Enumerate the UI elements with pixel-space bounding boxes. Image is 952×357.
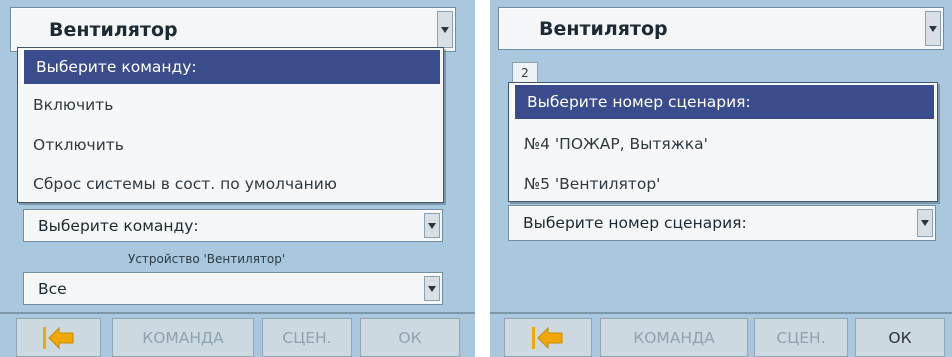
back-button[interactable] (504, 318, 592, 357)
ok-button[interactable]: ОК (360, 318, 460, 357)
command-button[interactable]: КОМАНДА (112, 318, 254, 357)
ok-button[interactable]: ОК (855, 318, 945, 357)
scenario-button[interactable]: СЦЕН. (754, 318, 848, 357)
dropdown-item[interactable]: Включить (21, 88, 440, 122)
right-screen: Вентилятор 2 Выберите номер сценария: Вы… (490, 0, 952, 357)
device-select-value: Все (38, 279, 67, 298)
bottom-toolbar: КОМАНДА СЦЕН. ОК (490, 312, 952, 357)
device-title: Вентилятор (49, 18, 178, 41)
scenario-dropdown: Выберите номер сценария: №4 'ПОЖАР, Вытя… (508, 82, 938, 202)
dropdown-item[interactable]: Отключить (21, 128, 440, 162)
command-dropdown: Выберите команду: Включить Отключить Сбр… (17, 47, 444, 203)
tab-2[interactable]: 2 (512, 62, 538, 84)
chevron-down-icon[interactable] (917, 209, 933, 237)
device-label: Устройство 'Вентилятор' (128, 252, 286, 266)
device-title-select[interactable]: Вентилятор (498, 7, 944, 50)
dropdown-item[interactable]: №5 'Вентилятор' (512, 167, 934, 201)
dropdown-item[interactable]: Выберите номер сценария: (512, 85, 934, 119)
chevron-down-icon[interactable] (437, 11, 453, 48)
command-select-value: Выберите команду: (38, 216, 199, 235)
dropdown-item[interactable]: Выберите команду: (21, 50, 440, 84)
chevron-down-icon[interactable] (925, 11, 941, 46)
back-arrow-icon (42, 326, 73, 349)
device-title: Вентилятор (539, 17, 668, 40)
dropdown-item[interactable]: Сброс системы в сост. по умолчанию (21, 167, 440, 201)
dropdown-item[interactable]: №4 'ПОЖАР, Вытяжка' (512, 127, 934, 161)
bottom-toolbar: КОМАНДА СЦЕН. ОК (0, 312, 475, 357)
back-arrow-icon (532, 326, 563, 349)
chevron-down-icon[interactable] (424, 276, 440, 301)
scenario-select[interactable]: Выберите номер сценария: (508, 205, 936, 241)
scenario-select-value: Выберите номер сценария: (523, 214, 747, 232)
chevron-down-icon[interactable] (424, 213, 440, 238)
command-select[interactable]: Выберите команду: (23, 209, 443, 242)
left-screen: Вентилятор Выберите команду: Устройство … (0, 0, 475, 357)
command-button[interactable]: КОМАНДА (600, 318, 748, 357)
scenario-button[interactable]: СЦЕН. (262, 318, 352, 357)
device-title-select[interactable]: Вентилятор (10, 7, 456, 52)
back-button[interactable] (16, 318, 101, 357)
device-select[interactable]: Все (23, 272, 443, 305)
